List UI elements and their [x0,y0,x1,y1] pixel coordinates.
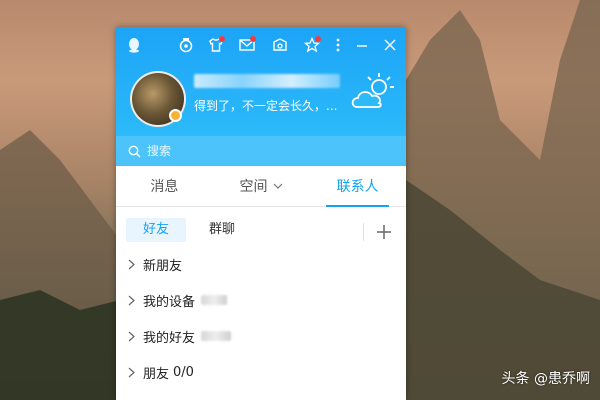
tab-space[interactable]: 空间 [213,166,310,206]
group-row-my-friends[interactable]: 我的好友 [116,318,406,354]
tab-contacts[interactable]: 联系人 [309,166,406,207]
chevron-down-icon [273,183,282,189]
notification-dot [219,36,225,42]
group-count: 0/0 [173,364,194,380]
chevron-right-icon [128,295,135,305]
group-row-my-devices[interactable]: 我的设备 [116,282,406,318]
subtab-friends[interactable]: 好友 [126,218,187,242]
main-tabs: 消息 空间 联系人 [116,166,406,207]
group-count-blurred [201,331,232,341]
watermark-text: 头条 @患乔啊 [501,371,590,387]
chevron-right-icon [128,331,135,341]
contact-groups-list: 新朋友 我的设备 我的好友 朋友 0/0 [116,246,406,390]
skin-shirt-icon[interactable] [206,35,226,55]
group-count-blurred [201,295,228,305]
divider [363,223,364,241]
vip-medal-icon[interactable] [176,35,196,55]
qq-logo-icon[interactable] [124,35,144,55]
more-icon[interactable] [328,35,348,55]
minimize-icon[interactable] [352,35,372,55]
profile-header: 得到了，不一定会长久，... [116,27,406,136]
subtab-groups[interactable]: 群聊 [192,218,252,242]
add-contact-icon[interactable] [375,223,393,241]
search-bar[interactable] [116,136,406,166]
notification-dot [315,36,321,42]
tab-label: 空间 [239,179,268,195]
mail-icon[interactable] [237,35,257,55]
box-icon[interactable] [270,35,290,55]
group-label: 我的好友 [143,330,196,346]
status-away-icon[interactable] [169,109,182,122]
star-icon[interactable] [302,35,322,55]
group-label: 新朋友 [143,258,183,274]
tab-label: 消息 [150,179,179,195]
qq-main-window: 得到了，不一定会长久，... 消息 空间 联系人 [116,27,406,400]
chevron-right-icon [128,259,135,269]
tab-messages[interactable]: 消息 [116,166,213,206]
search-input[interactable] [147,144,377,158]
group-label: 朋友 [143,366,170,382]
tab-label: 联系人 [336,179,379,195]
group-label: 我的设备 [143,294,196,310]
weather-sunny-cloud-icon[interactable] [348,69,398,113]
close-icon[interactable] [380,35,400,55]
group-row-friends[interactable]: 朋友 0/0 [116,354,406,390]
notification-dot [250,36,256,42]
chevron-right-icon [128,367,135,377]
group-row-new-friends[interactable]: 新朋友 [116,246,406,282]
signature-text[interactable]: 得到了，不一定会长久，... [194,97,337,114]
title-bar [116,27,406,63]
search-icon [128,145,141,157]
contacts-subbar: 好友 群聊 [116,207,406,247]
nickname-blurred[interactable] [194,74,340,88]
